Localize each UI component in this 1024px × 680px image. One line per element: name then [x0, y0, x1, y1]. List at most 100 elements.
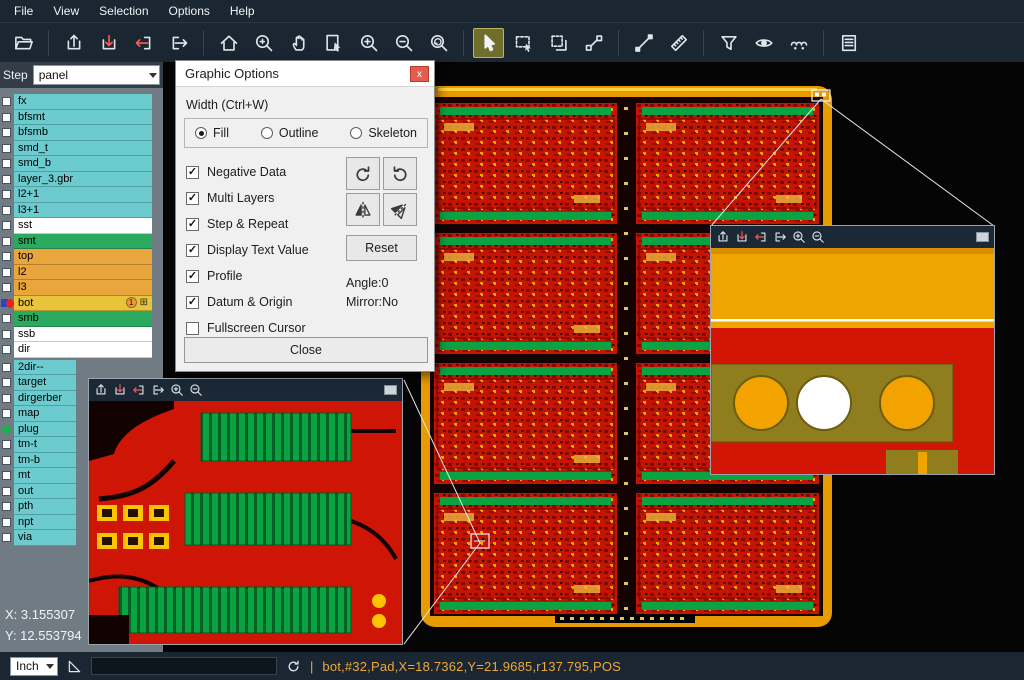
toolbar-button-line[interactable] — [628, 28, 659, 58]
option-step-repeat[interactable]: ✓Step & Repeat — [186, 211, 309, 237]
layer-row-smt[interactable]: smt — [0, 234, 163, 250]
layer-checkbox[interactable] — [2, 190, 11, 199]
layer-checkbox[interactable] — [2, 487, 11, 496]
layer-checkbox[interactable] — [2, 409, 11, 418]
toolbar-button-rectangle-select[interactable] — [508, 28, 539, 58]
toolbar-button-pan[interactable] — [283, 28, 314, 58]
mirror-horizontal-button[interactable] — [346, 193, 380, 226]
rotate-ccw-button[interactable] — [383, 157, 417, 190]
snap-angle-icon[interactable] — [67, 659, 82, 674]
layer-row-bfsmb[interactable]: bfsmb — [0, 125, 163, 141]
magnifier-zoom-in-button[interactable] — [170, 383, 184, 397]
mirror-diagonal-button[interactable] — [383, 193, 417, 226]
layer-checkbox[interactable] — [2, 314, 11, 323]
layer-row-smb[interactable]: smb — [0, 311, 163, 327]
layer-checkbox[interactable] — [2, 345, 11, 354]
toolbar-button-transform[interactable] — [543, 28, 574, 58]
option-display-text-value[interactable]: ✓Display Text Value — [186, 237, 309, 263]
layer-row-dir[interactable]: dir — [0, 342, 163, 358]
toolbar-button-pick-layer[interactable] — [318, 28, 349, 58]
layer-checkbox[interactable] — [2, 221, 11, 230]
toolbar-button-zoom-out[interactable] — [388, 28, 419, 58]
layer-checkbox[interactable] — [2, 237, 11, 246]
layer-checkbox[interactable] — [2, 533, 11, 542]
layer-row-bfsmt[interactable]: bfsmt — [0, 110, 163, 126]
toolbar-button-measure[interactable] — [578, 28, 609, 58]
toolbar-button-zoom-in[interactable] — [353, 28, 384, 58]
layer-row-l2[interactable]: l2 — [0, 265, 163, 281]
layer-checkbox[interactable] — [2, 330, 11, 339]
toolbar-button-load-layer[interactable] — [58, 28, 89, 58]
toolbar-button-select-pointer[interactable] — [473, 28, 504, 58]
layer-row-l2+1[interactable]: l2+1 — [0, 187, 163, 203]
fill-mode-outline[interactable]: Outline — [261, 126, 319, 140]
menu-help[interactable]: Help — [220, 1, 265, 21]
window-box-icon[interactable] — [976, 232, 989, 242]
layer-checkbox[interactable] — [2, 363, 11, 372]
option-negative-data[interactable]: ✓Negative Data — [186, 159, 309, 185]
magnifier-save-layer-button[interactable] — [735, 230, 749, 244]
layer-checkbox[interactable] — [2, 283, 11, 292]
toolbar-button-zoom-region[interactable] — [248, 28, 279, 58]
layer-checkbox[interactable] — [2, 518, 11, 527]
menu-selection[interactable]: Selection — [89, 1, 158, 21]
layer-row-layer_3.gbr[interactable]: layer_3.gbr — [0, 172, 163, 188]
layer-row-smd_b[interactable]: smd_b — [0, 156, 163, 172]
magnifier-save-layer-button[interactable] — [113, 383, 127, 397]
magnifier-load-layer-button[interactable] — [94, 383, 108, 397]
layer-checkbox[interactable] — [2, 502, 11, 511]
toolbar-button-export[interactable] — [163, 28, 194, 58]
layer-row-ssb[interactable]: ssb — [0, 327, 163, 343]
menu-options[interactable]: Options — [159, 1, 220, 21]
option-multi-layers[interactable]: ✓Multi Layers — [186, 185, 309, 211]
magnifier-import-button[interactable] — [754, 230, 768, 244]
layer-row-sst[interactable]: sst — [0, 218, 163, 234]
refresh-icon[interactable] — [286, 659, 301, 674]
command-input[interactable] — [91, 657, 277, 675]
toolbar-button-open[interactable] — [8, 28, 39, 58]
reset-button[interactable]: Reset — [346, 235, 417, 261]
layer-checkbox[interactable] — [2, 378, 11, 387]
menu-view[interactable]: View — [43, 1, 89, 21]
layer-row-smd_t[interactable]: smd_t — [0, 141, 163, 157]
layer-checkbox[interactable] — [2, 206, 11, 215]
magnifier-load-layer-button[interactable] — [716, 230, 730, 244]
layer-checkbox[interactable] — [2, 268, 11, 277]
magnifier-zoom-out-button[interactable] — [189, 383, 203, 397]
layer-row-bot[interactable]: bot1⊞ — [0, 296, 163, 312]
layer-checkbox[interactable] — [2, 471, 11, 480]
layer-checkbox[interactable] — [2, 159, 11, 168]
layer-checkbox[interactable] — [2, 394, 11, 403]
layer-checkbox[interactable] — [2, 113, 11, 122]
option-profile[interactable]: ✓Profile — [186, 263, 309, 289]
toolbar-button-zoom-home[interactable] — [213, 28, 244, 58]
unit-select[interactable]: Inch — [10, 657, 58, 676]
toolbar-button-report[interactable] — [833, 28, 864, 58]
toolbar-button-visibility[interactable] — [748, 28, 779, 58]
toolbar-button-save-layer[interactable] — [93, 28, 124, 58]
layer-row-fx[interactable]: fx — [0, 94, 163, 110]
layer-checkbox[interactable] — [2, 440, 11, 449]
toolbar-button-zoom-previous[interactable] — [423, 28, 454, 58]
layer-checkbox[interactable] — [2, 97, 11, 106]
option-datum-origin[interactable]: ✓Datum & Origin — [186, 289, 309, 315]
step-select[interactable]: panel — [33, 65, 160, 85]
fill-mode-skeleton[interactable]: Skeleton — [350, 126, 417, 140]
layer-checkbox[interactable] — [2, 252, 11, 261]
magnifier-import-button[interactable] — [132, 383, 146, 397]
close-button[interactable]: Close — [184, 337, 428, 363]
magnifier-export-button[interactable] — [151, 383, 165, 397]
window-box-icon[interactable] — [384, 385, 397, 395]
toolbar-button-ruler[interactable] — [663, 28, 694, 58]
layer-row-l3[interactable]: l3 — [0, 280, 163, 296]
magnifier-zoom-in-button[interactable] — [792, 230, 806, 244]
layer-row-l3+1[interactable]: l3+1 — [0, 203, 163, 219]
fill-mode-fill[interactable]: Fill — [195, 126, 229, 140]
rotate-cw-button[interactable] — [346, 157, 380, 190]
layer-checkbox[interactable] — [2, 175, 11, 184]
layer-row-top[interactable]: top — [0, 249, 163, 265]
toolbar-button-import[interactable] — [128, 28, 159, 58]
layer-row-2dir--[interactable]: 2dir-- — [0, 360, 163, 376]
toolbar-button-snap[interactable] — [783, 28, 814, 58]
layer-checkbox[interactable] — [2, 456, 11, 465]
